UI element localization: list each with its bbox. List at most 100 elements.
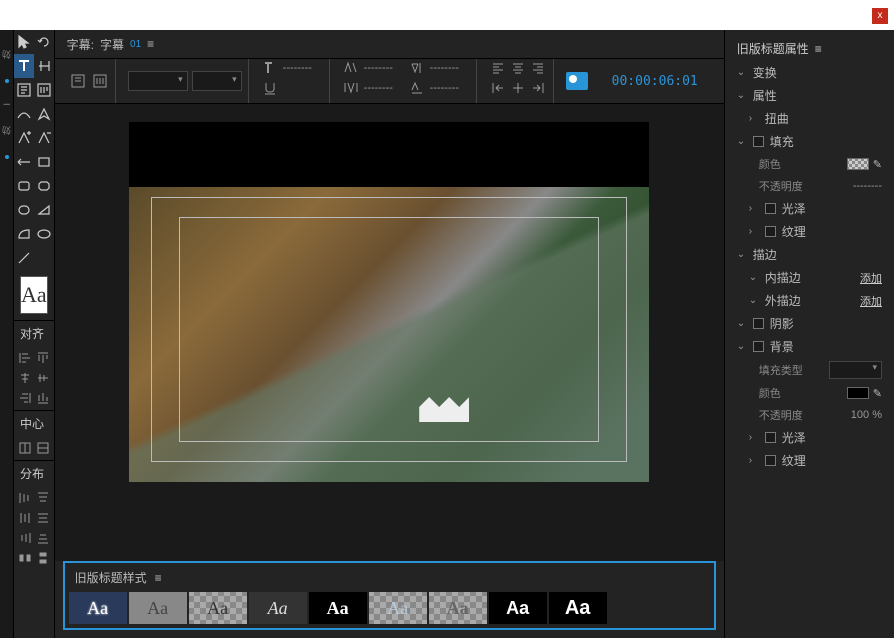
dist-top[interactable]	[34, 488, 52, 508]
bg-sheen-checkbox[interactable]	[765, 432, 776, 443]
line-tool[interactable]	[14, 246, 34, 270]
eyedropper-icon[interactable]: ✎	[873, 387, 882, 400]
font-style-dropdown[interactable]	[192, 71, 242, 91]
underline-icon[interactable]	[261, 79, 279, 97]
caret-icon[interactable]: ›	[749, 113, 759, 124]
style-swatch[interactable]: Aa	[249, 592, 307, 624]
shadow-label: 阴影	[770, 315, 794, 332]
align-right-icon[interactable]	[529, 59, 547, 77]
bg-opacity-value[interactable]: 100 %	[851, 409, 882, 421]
center-horizontal[interactable]	[16, 438, 34, 458]
caret-icon[interactable]: ⌄	[749, 295, 759, 306]
clipped-rect-tool[interactable]	[34, 174, 54, 198]
eyedropper-icon[interactable]: ✎	[873, 158, 882, 171]
timecode[interactable]: 00:00:06:01	[612, 74, 698, 89]
tracking-value[interactable]: --------	[364, 82, 404, 94]
tab-center-icon[interactable]	[509, 79, 527, 97]
dist-left[interactable]	[16, 488, 34, 508]
arc-tool[interactable]	[14, 222, 34, 246]
props-menu-icon[interactable]: ≡	[815, 42, 822, 56]
add-anchor-tool[interactable]	[14, 126, 34, 150]
bg-color-chip[interactable]	[847, 387, 869, 399]
kerning-value[interactable]: --------	[364, 62, 404, 74]
show-video-icon[interactable]	[566, 72, 588, 90]
style-swatch[interactable]: Aa	[489, 592, 547, 624]
properties-panel: 旧版标题属性 ≡ ⌄变换 ⌄属性 ›扭曲 ⌄填充 颜色✎ 不透明度-------…	[724, 30, 894, 638]
caret-icon[interactable]: ›	[749, 203, 759, 214]
sheen-checkbox[interactable]	[765, 203, 776, 214]
style-swatch[interactable]: Aa	[189, 592, 247, 624]
center-vertical[interactable]	[34, 438, 52, 458]
vertical-type-tool[interactable]	[34, 54, 54, 78]
path-type-tool[interactable]	[14, 102, 34, 126]
style-swatch[interactable]: Aa	[69, 592, 127, 624]
style-swatch[interactable]: Aa	[309, 592, 367, 624]
align-left[interactable]	[16, 348, 34, 368]
caret-icon[interactable]: ›	[749, 455, 759, 466]
fill-type-select[interactable]	[829, 361, 882, 379]
tab-header: 字幕: 字幕 01 ≡	[55, 30, 724, 58]
opacity-value[interactable]: --------	[853, 180, 882, 192]
vertical-area-type-tool[interactable]	[34, 78, 54, 102]
bg-texture-checkbox[interactable]	[765, 455, 776, 466]
selection-tool[interactable]	[14, 30, 34, 54]
add-outer-stroke[interactable]: 添加	[860, 293, 882, 309]
rectangle-tool[interactable]	[34, 150, 54, 174]
font-family-dropdown[interactable]	[128, 71, 188, 91]
area-type-tool[interactable]	[14, 78, 34, 102]
texture-checkbox[interactable]	[765, 226, 776, 237]
baseline-value[interactable]: --------	[430, 82, 470, 94]
align-left-icon[interactable]	[489, 59, 507, 77]
caret-icon[interactable]: ⌄	[737, 90, 747, 101]
background-checkbox[interactable]	[753, 341, 764, 352]
tab-menu-icon[interactable]: ≡	[147, 37, 154, 51]
caret-icon[interactable]: ⌄	[737, 249, 747, 260]
styles-menu-icon[interactable]: ≡	[155, 571, 162, 585]
style-swatch[interactable]: Aa	[429, 592, 487, 624]
tab-left-icon[interactable]	[489, 79, 507, 97]
align-center-icon[interactable]	[509, 59, 527, 77]
rotate-tool[interactable]	[34, 30, 54, 54]
fill-checkbox[interactable]	[753, 136, 764, 147]
align-vcenter[interactable]	[34, 368, 52, 388]
preview-canvas[interactable]	[129, 122, 649, 482]
caret-icon[interactable]: ›	[749, 226, 759, 237]
caret-icon[interactable]: ⌄	[749, 272, 759, 283]
caret-icon[interactable]: ›	[749, 432, 759, 443]
style-swatch[interactable]: Aa	[129, 592, 187, 624]
ellipse-tool[interactable]	[34, 222, 54, 246]
style-swatch[interactable]: Aa	[369, 592, 427, 624]
align-bottom[interactable]	[34, 388, 52, 408]
caret-icon[interactable]: ⌄	[737, 318, 747, 329]
convert-anchor-tool[interactable]	[14, 150, 34, 174]
rounded-rect-tool[interactable]	[14, 174, 34, 198]
dist-right[interactable]	[16, 528, 34, 548]
align-right[interactable]	[16, 388, 34, 408]
dist-bottom[interactable]	[34, 528, 52, 548]
caret-icon[interactable]: ⌄	[737, 341, 747, 352]
font-preview[interactable]: Aa	[20, 276, 48, 314]
dist-hcenter[interactable]	[16, 508, 34, 528]
caret-icon[interactable]: ⌄	[737, 67, 747, 78]
shadow-checkbox[interactable]	[753, 318, 764, 329]
style-swatch[interactable]: Aa	[549, 592, 607, 624]
leading-value[interactable]: --------	[430, 62, 470, 74]
new-title-icon[interactable]	[69, 72, 87, 90]
font-size-value[interactable]: --------	[283, 62, 323, 74]
caret-icon[interactable]: ⌄	[737, 136, 747, 147]
dist-hspace[interactable]	[16, 548, 34, 568]
tab-right-icon[interactable]	[529, 79, 547, 97]
align-hcenter[interactable]	[16, 368, 34, 388]
wedge-tool[interactable]	[34, 198, 54, 222]
rounded-corner-tool[interactable]	[14, 198, 34, 222]
delete-anchor-tool[interactable]	[34, 126, 54, 150]
type-tool[interactable]	[14, 54, 34, 78]
pen-tool[interactable]	[34, 102, 54, 126]
dist-vspace[interactable]	[34, 548, 52, 568]
fill-color-chip[interactable]	[847, 158, 869, 170]
close-button[interactable]: x	[872, 8, 888, 24]
align-top[interactable]	[34, 348, 52, 368]
roll-crawl-icon[interactable]	[91, 72, 109, 90]
dist-vcenter[interactable]	[34, 508, 52, 528]
add-inner-stroke[interactable]: 添加	[860, 270, 882, 286]
